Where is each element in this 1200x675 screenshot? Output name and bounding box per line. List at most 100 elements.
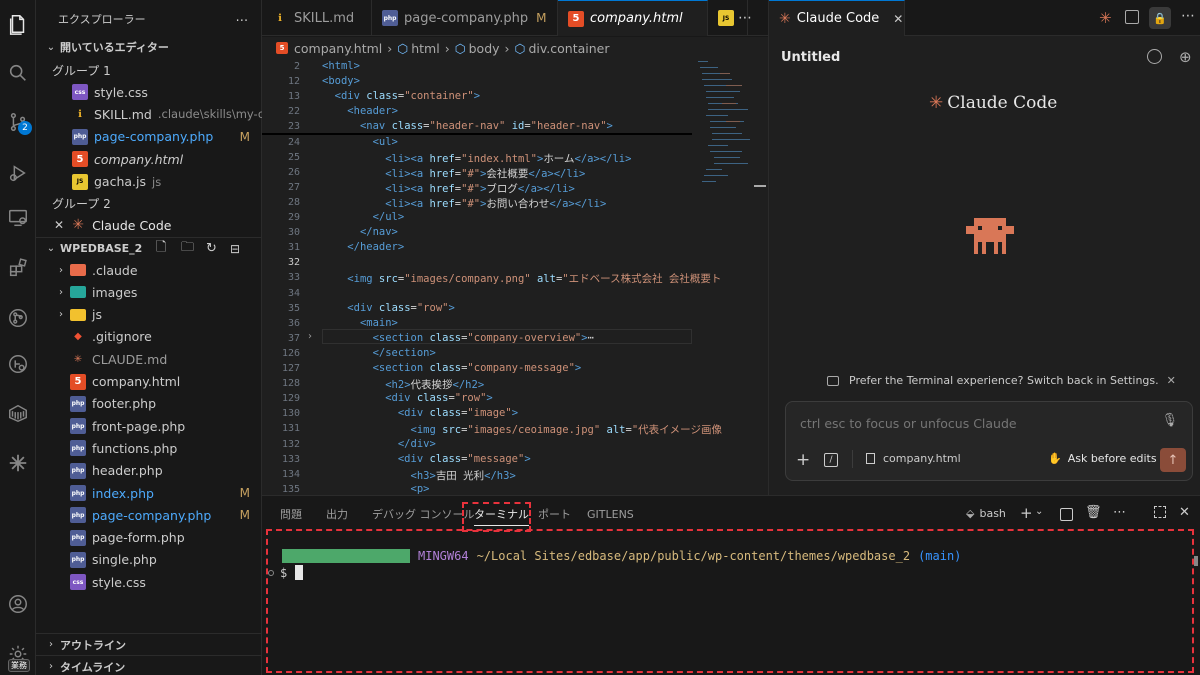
close-tab-icon[interactable]: ✕ xyxy=(893,12,903,26)
open-editors-section[interactable]: ⌄ 開いているエディター xyxy=(36,36,262,58)
new-folder-icon[interactable]: 🗀 xyxy=(181,238,194,259)
terminal-notice-text[interactable]: Prefer the Terminal experience? Switch b… xyxy=(849,374,1159,387)
tree-file[interactable]: php functions.php xyxy=(36,437,262,459)
claude-logo-icon[interactable]: ✳ xyxy=(1099,9,1112,27)
tree-file[interactable]: 5 company.html xyxy=(36,371,262,393)
outline-section[interactable]: › アウトライン xyxy=(36,633,262,655)
code-line[interactable]: <li><a href="index.html">ホーム</a></li> xyxy=(322,151,631,166)
editor-more-icon[interactable]: ⋯ xyxy=(738,10,752,26)
new-chat-icon[interactable]: ⊕ xyxy=(1179,48,1192,66)
collapse-all-icon[interactable]: ⊟ xyxy=(230,242,240,256)
panel-tab[interactable]: ポート xyxy=(538,502,571,526)
scrollbar-indicator[interactable] xyxy=(754,185,766,187)
code-line[interactable]: </section> xyxy=(322,347,436,359)
split-editor-icon[interactable] xyxy=(1125,10,1139,24)
gitlens-inspect-icon[interactable] xyxy=(0,346,36,382)
code-line[interactable]: <main> xyxy=(322,317,398,329)
code-line[interactable]: <h3>吉田 光利</h3> xyxy=(322,468,516,483)
more-actions-icon[interactable]: ⋯ xyxy=(1181,8,1195,24)
refresh-icon[interactable]: ↻ xyxy=(206,241,217,256)
close-panel-icon[interactable]: ✕ xyxy=(1179,505,1190,520)
panel-tab[interactable]: 出力 xyxy=(326,502,348,526)
tree-file[interactable]: php page-form.php xyxy=(36,527,262,549)
code-line[interactable]: <div class="row"> xyxy=(322,392,493,404)
slash-command-icon[interactable]: / xyxy=(824,453,838,467)
close-notice-icon[interactable]: ✕ xyxy=(1167,374,1176,387)
more-actions-icon[interactable]: ⋯ xyxy=(1113,505,1126,520)
file-context-chip[interactable]: company.html xyxy=(866,452,961,465)
terminal-shell-selector[interactable]: ⬙ bash xyxy=(966,507,1006,520)
prompt-input[interactable] xyxy=(800,414,1140,432)
containers-icon[interactable] xyxy=(0,395,36,431)
history-icon[interactable] xyxy=(1147,49,1162,64)
claude-code-icon[interactable] xyxy=(0,445,36,481)
terminal-input-line[interactable]: $ xyxy=(268,565,304,580)
tree-folder[interactable]: › js xyxy=(36,304,262,326)
code-line[interactable]: <li><a href="#">お問い合わせ</a></li> xyxy=(322,196,606,211)
tree-file[interactable]: php page-company.php M xyxy=(36,504,262,526)
add-icon[interactable]: + xyxy=(796,450,810,470)
code-line[interactable]: <img src="images/ceoimage.jpg" alt="代表イメ… xyxy=(322,422,722,437)
new-terminal-icon[interactable]: + xyxy=(1020,504,1033,522)
tree-folder[interactable]: › .claude xyxy=(36,259,262,281)
remote-explorer-icon[interactable] xyxy=(0,200,36,236)
breadcrumb-container[interactable]: div.container xyxy=(528,41,609,56)
source-control-icon[interactable]: 2 xyxy=(0,104,36,140)
fold-chevron-icon[interactable]: › xyxy=(308,331,312,342)
tree-file[interactable]: php header.php xyxy=(36,460,262,482)
tree-file[interactable]: php single.php xyxy=(36,549,262,571)
split-terminal-icon[interactable] xyxy=(1060,508,1073,521)
gitlens-icon[interactable] xyxy=(0,300,36,336)
breadcrumb-html[interactable]: html xyxy=(411,41,439,56)
code-line[interactable]: <div class="message"> xyxy=(322,453,531,465)
trash-icon[interactable]: 🗑 xyxy=(1085,505,1102,520)
code-line[interactable]: <p> xyxy=(322,483,430,495)
code-line[interactable]: </div> xyxy=(322,438,436,450)
open-editor-item[interactable]: JS gacha.js js xyxy=(36,171,262,193)
code-line[interactable]: <div class="container"> xyxy=(322,90,480,102)
run-debug-icon[interactable] xyxy=(0,155,36,191)
tree-file[interactable]: php footer.php xyxy=(36,393,262,415)
tree-file[interactable]: php front-page.php xyxy=(36,415,262,437)
explorer-icon[interactable] xyxy=(0,6,36,42)
code-line[interactable]: <div class="image"> xyxy=(322,407,518,419)
tree-file[interactable]: ✳ CLAUDE.md xyxy=(36,348,262,370)
code-line[interactable]: <li><a href="#">ブログ</a></li> xyxy=(322,181,575,196)
open-editor-claude-code[interactable]: ✕ ✳ Claude Code xyxy=(36,214,262,236)
close-icon[interactable]: ✕ xyxy=(54,218,64,232)
open-editor-item[interactable]: css style.css xyxy=(36,81,262,103)
code-line[interactable]: <img src="images/company.png" alt="エドベース… xyxy=(322,271,721,286)
breadcrumb-file[interactable]: company.html xyxy=(294,41,382,56)
panel-tab[interactable]: デバッグ コンソール xyxy=(372,502,475,526)
code-line[interactable]: <body> xyxy=(322,75,360,87)
manage-gear-icon[interactable]: 業務 xyxy=(0,636,36,672)
code-line[interactable]: <div class="row"> xyxy=(322,302,455,314)
open-editor-item[interactable]: php page-company.php M xyxy=(36,126,262,148)
code-line[interactable]: <h2>代表挨拶</h2> xyxy=(322,377,484,392)
send-button[interactable]: ↑ xyxy=(1160,448,1186,472)
editor-tab[interactable]: 5 company.html xyxy=(558,0,708,36)
tree-folder[interactable]: › images xyxy=(36,281,262,303)
microphone-icon[interactable]: 🎙 xyxy=(1161,413,1178,428)
project-section[interactable]: ⌄ WPEDBASE_2 🗋 🗀 ↻ ⊟ xyxy=(36,237,262,259)
code-line[interactable]: <header> xyxy=(322,105,398,117)
code-line[interactable]: </header> xyxy=(322,241,404,253)
breadcrumb-body[interactable]: body xyxy=(469,41,500,56)
code-line[interactable]: <section class="company-message"> xyxy=(322,362,582,374)
claude-tab[interactable]: ✳ Claude Code ✕ xyxy=(769,0,905,36)
extensions-icon[interactable] xyxy=(0,250,36,286)
code-editor[interactable]: 2 <html> 12 <body> 13 <div class="container"… xyxy=(262,59,768,495)
more-actions-icon[interactable]: ⋯ xyxy=(236,12,249,27)
code-line[interactable]: <html> xyxy=(322,60,360,72)
panel-tab[interactable]: 問題 xyxy=(280,502,302,526)
account-icon[interactable] xyxy=(0,586,36,622)
permission-mode[interactable]: ✋ Ask before edits xyxy=(1048,452,1157,465)
chevron-down-icon[interactable]: ⌄ xyxy=(1035,506,1043,517)
panel-tab[interactable]: GITLENS xyxy=(587,502,634,526)
new-file-icon[interactable]: 🗋 xyxy=(156,238,174,259)
editor-tab[interactable]: ℹ SKILL.md xyxy=(262,0,372,36)
terminal-scrollbar[interactable] xyxy=(1194,556,1198,566)
minimap[interactable] xyxy=(696,59,752,199)
lock-icon[interactable]: 🔒 xyxy=(1149,7,1171,29)
code-line[interactable]: <li><a href="#">会社概要</a></li> xyxy=(322,166,585,181)
